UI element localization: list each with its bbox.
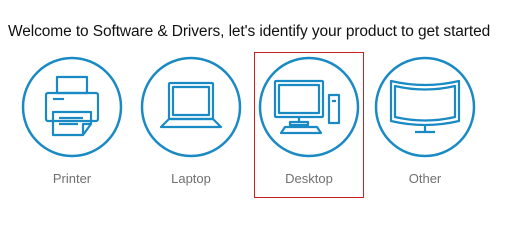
product-tile-desktop[interactable]: Desktop [254, 52, 364, 198]
printer-icon [21, 56, 123, 158]
product-selection-page: Welcome to Software & Drivers, let's ide… [0, 0, 512, 208]
product-label: Other [408, 171, 442, 186]
laptop-icon [140, 56, 242, 158]
product-tile-laptop[interactable]: Laptop [136, 52, 246, 198]
product-tile-other[interactable]: Other [370, 52, 480, 198]
product-label: Printer [52, 171, 92, 186]
product-label: Desktop [285, 171, 333, 186]
monitor-icon [374, 56, 476, 158]
product-label: Laptop [171, 171, 211, 186]
product-tile-printer[interactable]: Printer [17, 52, 127, 198]
desktop-icon [258, 56, 360, 158]
page-heading: Welcome to Software & Drivers, let's ide… [8, 23, 491, 40]
